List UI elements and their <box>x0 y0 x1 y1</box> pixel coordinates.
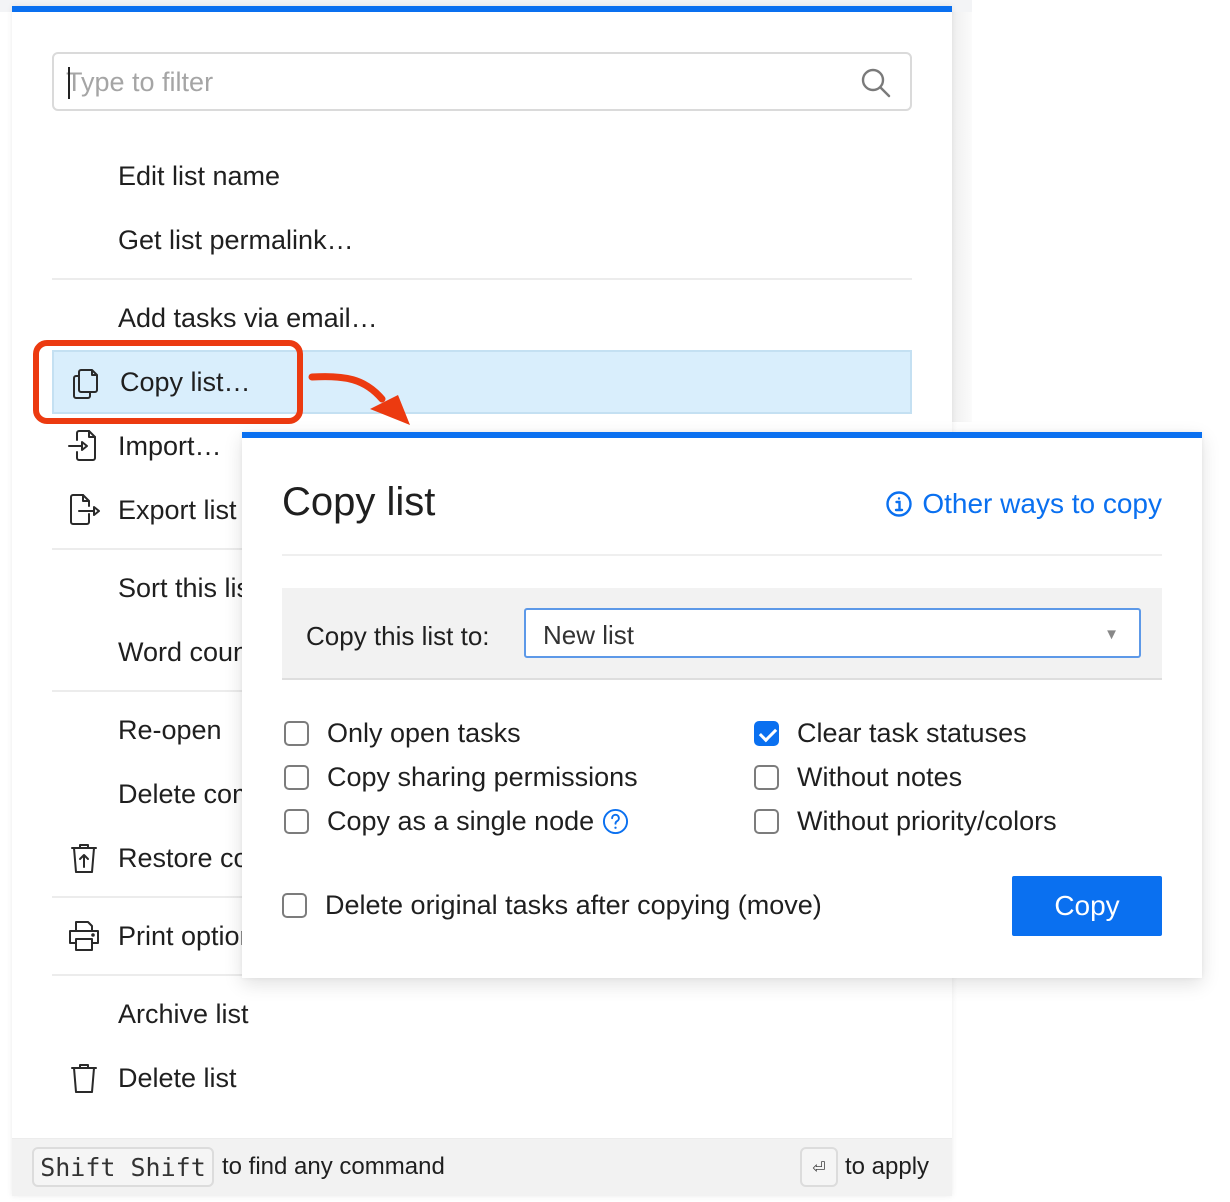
enter-key-icon: ⏎ <box>800 1147 838 1187</box>
copy-target-select[interactable]: New list ▼ <box>524 608 1141 658</box>
menu-item-label: Import… <box>118 430 222 461</box>
copy-icon <box>73 369 98 399</box>
text-caret <box>68 67 70 99</box>
apply-hint: to apply <box>845 1153 930 1180</box>
menu-divider <box>52 272 912 286</box>
option-label: Copy sharing permissions <box>327 761 638 792</box>
dialog-divider <box>282 554 1162 556</box>
menu-item-label: Add tasks via email… <box>118 302 378 333</box>
checkbox[interactable] <box>754 808 779 834</box>
menu-item-add-tasks-email[interactable]: Add tasks via email… <box>52 286 912 350</box>
copy-target-row: Copy this list to: New list ▼ <box>282 588 1162 680</box>
dialog-title: Copy list <box>282 480 436 524</box>
other-ways-link[interactable]: Other ways to copy <box>885 488 1162 520</box>
menu-item-archive-list[interactable]: Archive list <box>52 982 912 1046</box>
menu-item-copy-list[interactable]: Copy list… <box>52 350 912 414</box>
palette-accent-bar <box>12 6 952 12</box>
copy-button[interactable]: Copy <box>1012 876 1162 936</box>
copy-target-value: New list <box>543 620 635 650</box>
menu-item-delete-list[interactable]: Delete list <box>52 1046 912 1110</box>
option-label: Clear task statuses <box>797 717 1027 748</box>
shortcut-hint: to find any command <box>222 1153 445 1180</box>
menu-item-edit-list-name[interactable]: Edit list name <box>52 144 912 208</box>
info-icon <box>886 491 913 517</box>
menu-item-label: Export list <box>118 494 237 525</box>
filter-field[interactable] <box>52 52 912 111</box>
checkbox-checked[interactable] <box>754 720 779 746</box>
menu-item-label: Copy list… <box>120 366 251 397</box>
option-label: Delete original tasks after copying (mov… <box>325 889 822 920</box>
option-delete-original-move[interactable]: Delete original tasks after copying (mov… <box>282 888 822 922</box>
option-label: Without notes <box>797 761 963 792</box>
search-icon[interactable] <box>860 67 892 99</box>
palette-footer: Shift Shift to find any command ⏎ to app… <box>12 1138 952 1196</box>
trash-icon <box>71 1064 97 1093</box>
checkbox[interactable] <box>754 764 779 790</box>
checkbox[interactable] <box>282 892 307 918</box>
option-only-open-tasks[interactable]: Only open tasks <box>284 716 521 750</box>
other-ways-label: Other ways to copy <box>922 488 1162 519</box>
option-clear-task-statuses[interactable]: Clear task statuses <box>754 716 1027 750</box>
printer-icon <box>69 921 99 951</box>
option-copy-single-node[interactable]: Copy as a single node <box>284 804 629 838</box>
option-label: Only open tasks <box>327 717 521 748</box>
checkbox[interactable] <box>284 720 309 746</box>
dropdown-arrow-icon: ▼ <box>1104 626 1119 643</box>
menu-item-label: Sort this list <box>118 572 258 603</box>
filter-input[interactable] <box>66 62 846 102</box>
import-icon <box>68 430 96 461</box>
menu-item-get-permalink[interactable]: Get list permalink… <box>52 208 912 272</box>
option-copy-sharing-permissions[interactable]: Copy sharing permissions <box>284 760 638 794</box>
menu-item-label: Archive list <box>118 998 249 1029</box>
menu-item-label: Get list permalink… <box>118 224 354 255</box>
option-without-priority-colors[interactable]: Without priority/colors <box>754 804 1057 838</box>
menu-item-label: Delete list <box>118 1062 237 1093</box>
shortcut-key: Shift Shift <box>32 1147 214 1187</box>
option-label: Without priority/colors <box>797 805 1057 836</box>
background-side <box>952 12 972 422</box>
copy-list-dialog: Copy list Other ways to copy Copy this l… <box>242 432 1202 978</box>
checkbox[interactable] <box>284 808 309 834</box>
export-icon <box>70 494 100 525</box>
copy-target-label: Copy this list to: <box>306 621 490 651</box>
dialog-accent-bar <box>242 432 1202 438</box>
menu-item-label: Re-open <box>118 714 222 745</box>
help-icon[interactable] <box>602 808 629 835</box>
checkbox[interactable] <box>284 764 309 790</box>
restore-trash-icon <box>71 844 97 873</box>
menu-item-label: Word count <box>118 636 256 667</box>
option-without-notes[interactable]: Without notes <box>754 760 962 794</box>
menu-item-label: Edit list name <box>118 160 281 191</box>
option-label: Copy as a single node <box>327 805 595 836</box>
